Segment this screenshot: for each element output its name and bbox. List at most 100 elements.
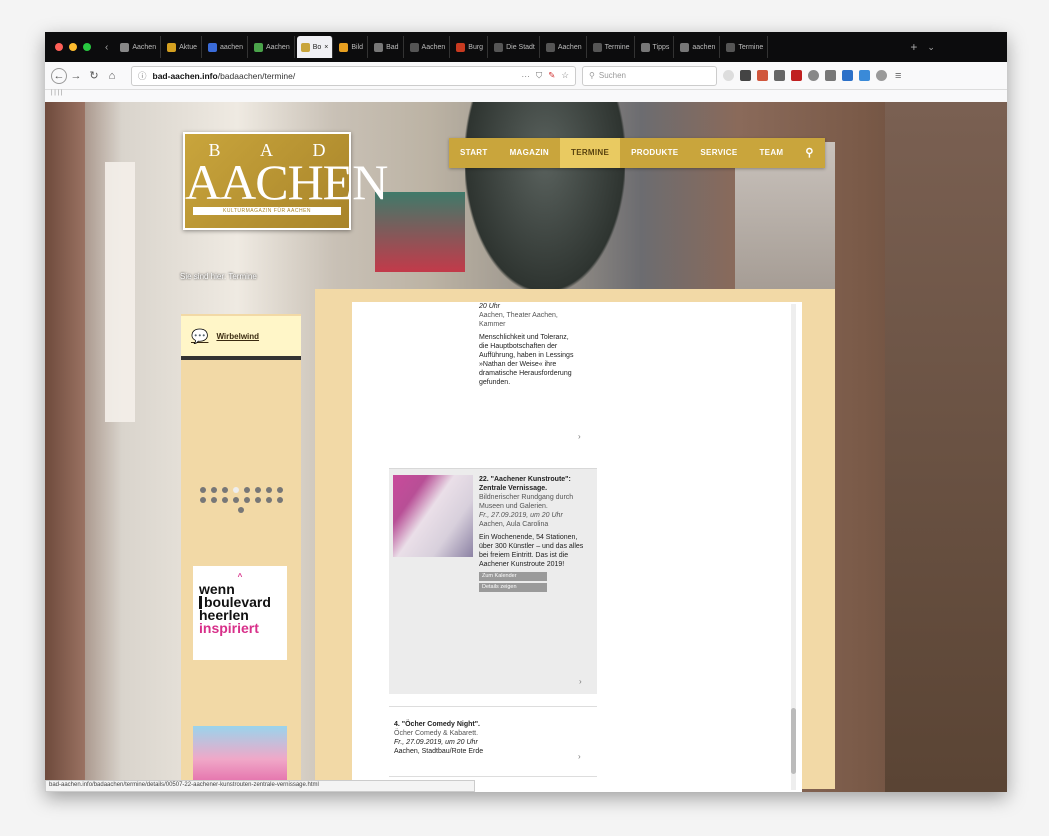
slider-dot[interactable]	[265, 497, 272, 503]
tab-scroll-left-icon[interactable]: ‹	[105, 42, 108, 53]
new-tab-button[interactable]: +	[910, 40, 917, 54]
zoom-window-button[interactable]	[83, 43, 91, 51]
tab-bar: ‹ Aachen Aktue aachen Aachen Bo × Bild Bad Aache…	[45, 32, 1007, 62]
tab-favicon-icon	[409, 42, 419, 52]
fountain-statue-image	[465, 102, 625, 292]
back-button[interactable]: ←	[51, 67, 67, 84]
tab[interactable]: Bad	[370, 36, 404, 58]
slider-dot[interactable]	[238, 507, 244, 513]
tab-active[interactable]: Bo ×	[296, 36, 334, 58]
nav-produkte[interactable]: PRODUKTE	[620, 138, 689, 168]
nav-magazin[interactable]: MAGAZIN	[499, 138, 560, 168]
slider-dot[interactable]	[276, 497, 283, 503]
nav-search-icon[interactable]: ⚲	[794, 138, 824, 168]
tab[interactable]: Aachen	[542, 36, 587, 58]
extension-blue-icon[interactable]	[842, 70, 853, 81]
forward-button[interactable]: →	[67, 70, 85, 82]
sidebar-icon[interactable]	[774, 70, 785, 81]
tab[interactable]: Termine	[722, 36, 769, 58]
bookmark-star-icon[interactable]: ☆	[561, 70, 569, 81]
nav-start[interactable]: START	[449, 138, 499, 168]
slider-dot[interactable]	[210, 487, 217, 493]
url-bar[interactable]: ⓘ bad-aachen.info/badaachen/termine/ ···…	[131, 65, 576, 86]
tab[interactable]: Aktue	[163, 36, 202, 58]
site-logo[interactable]: B A D AACHEN KULTURMAGAZIN FÜR AACHEN	[183, 132, 388, 230]
slider-dot[interactable]	[221, 497, 228, 503]
tab[interactable]: Bild	[335, 36, 369, 58]
event-title[interactable]: 4. "Öcher Comedy Night".	[394, 720, 574, 729]
scrollbar-thumb[interactable]	[791, 708, 796, 774]
slider-dot[interactable]	[254, 497, 261, 503]
menu-icon[interactable]: ≡	[895, 70, 901, 82]
tab[interactable]: Termine	[589, 36, 635, 58]
slider-dot[interactable]	[199, 487, 206, 493]
pocket-icon[interactable]: ⛉	[536, 70, 542, 81]
event-more-arrow-icon[interactable]: ›	[578, 752, 581, 761]
pen-icon[interactable]: ✎	[548, 70, 555, 81]
logo-main-text: AACHEN	[185, 154, 388, 210]
tab-label: aachen	[692, 43, 716, 51]
advertisement-image[interactable]	[193, 726, 287, 786]
slider-dot[interactable]	[199, 497, 206, 503]
search-placeholder: Suchen	[598, 71, 626, 80]
tab-favicon-icon	[726, 42, 736, 52]
nav-termine[interactable]: TERMINE	[560, 138, 621, 168]
tab-favicon-icon	[167, 42, 177, 52]
tab[interactable]: Die Stadt	[490, 36, 540, 58]
close-window-button[interactable]	[55, 43, 63, 51]
slider-dot[interactable]	[265, 487, 272, 493]
details-button[interactable]: Details zeigen	[479, 583, 547, 592]
tab[interactable]: Tipps	[637, 36, 675, 58]
extension-lightblue-icon[interactable]	[859, 70, 870, 81]
slider-dot-active[interactable]	[232, 487, 239, 493]
tab[interactable]: aachen	[676, 36, 721, 58]
sidebar-header[interactable]: 💬 Wirbelwind	[181, 316, 301, 360]
tab[interactable]: aachen	[204, 36, 248, 58]
info-icon[interactable]: ⓘ	[138, 70, 147, 82]
search-input[interactable]: ⚲ Suchen	[582, 65, 717, 86]
event-title[interactable]: 22. "Aachener Kunstroute": Zentrale Vern…	[479, 475, 593, 493]
nav-service[interactable]: SERVICE	[689, 138, 748, 168]
event-image[interactable]	[393, 475, 473, 557]
tab[interactable]: Aachen	[116, 36, 162, 58]
slider-pagination[interactable]	[195, 487, 287, 513]
slider-dot[interactable]	[221, 487, 228, 493]
close-tab-icon[interactable]: ×	[324, 44, 328, 51]
slider-dot[interactable]	[276, 487, 283, 493]
event-place: Aachen, Aula Carolina	[479, 521, 549, 528]
downloads-icon[interactable]	[723, 70, 734, 81]
slider-dot[interactable]	[210, 497, 217, 503]
tab[interactable]: Aachen	[406, 36, 451, 58]
event-item[interactable]: 4. "Öcher Comedy Night". Öcher Comedy & …	[394, 720, 574, 756]
nav-team[interactable]: TEAM	[749, 138, 795, 168]
account-icon[interactable]	[876, 70, 887, 81]
screenshot-icon[interactable]	[825, 70, 836, 81]
slider-dot[interactable]	[243, 497, 250, 503]
tab[interactable]: Aachen	[250, 36, 295, 58]
slider-dot[interactable]	[232, 497, 239, 503]
tab-list-chevron-down-icon[interactable]: ⌄	[927, 42, 935, 53]
sidebar-title[interactable]: Wirbelwind	[216, 332, 259, 341]
tab-label: Termine	[738, 43, 764, 51]
extension-icon[interactable]	[757, 70, 768, 81]
reload-button[interactable]: ↻	[85, 69, 103, 82]
library-icon[interactable]	[740, 70, 751, 81]
page-actions-icon[interactable]: ···	[521, 71, 530, 81]
content-scrollbar[interactable]	[791, 304, 796, 790]
tab-label: Aachen	[132, 43, 157, 51]
tab[interactable]: Burg	[452, 36, 489, 58]
event-more-arrow-icon[interactable]: ›	[579, 677, 582, 686]
event-subtitle: Öcher Comedy & Kabarett.	[394, 730, 479, 737]
event-item-highlighted[interactable]: 22. "Aachener Kunstroute": Zentrale Vern…	[389, 468, 597, 694]
home-button[interactable]: ⌂	[103, 70, 121, 82]
tab-favicon-icon	[680, 42, 690, 52]
minimize-window-button[interactable]	[69, 43, 77, 51]
slider-dot[interactable]	[254, 487, 261, 493]
slider-dot[interactable]	[243, 487, 250, 493]
event-more-arrow-icon[interactable]: ›	[578, 432, 581, 441]
extension-gray-icon[interactable]	[808, 70, 819, 81]
advertisement-heerlen[interactable]: ^ wenn boulevard heerlen inspiriert	[193, 566, 287, 660]
calendar-button[interactable]: Zum Kalender	[479, 572, 547, 581]
extension-red-icon[interactable]	[791, 70, 802, 81]
speech-bubble-icon: 💬	[191, 327, 209, 344]
